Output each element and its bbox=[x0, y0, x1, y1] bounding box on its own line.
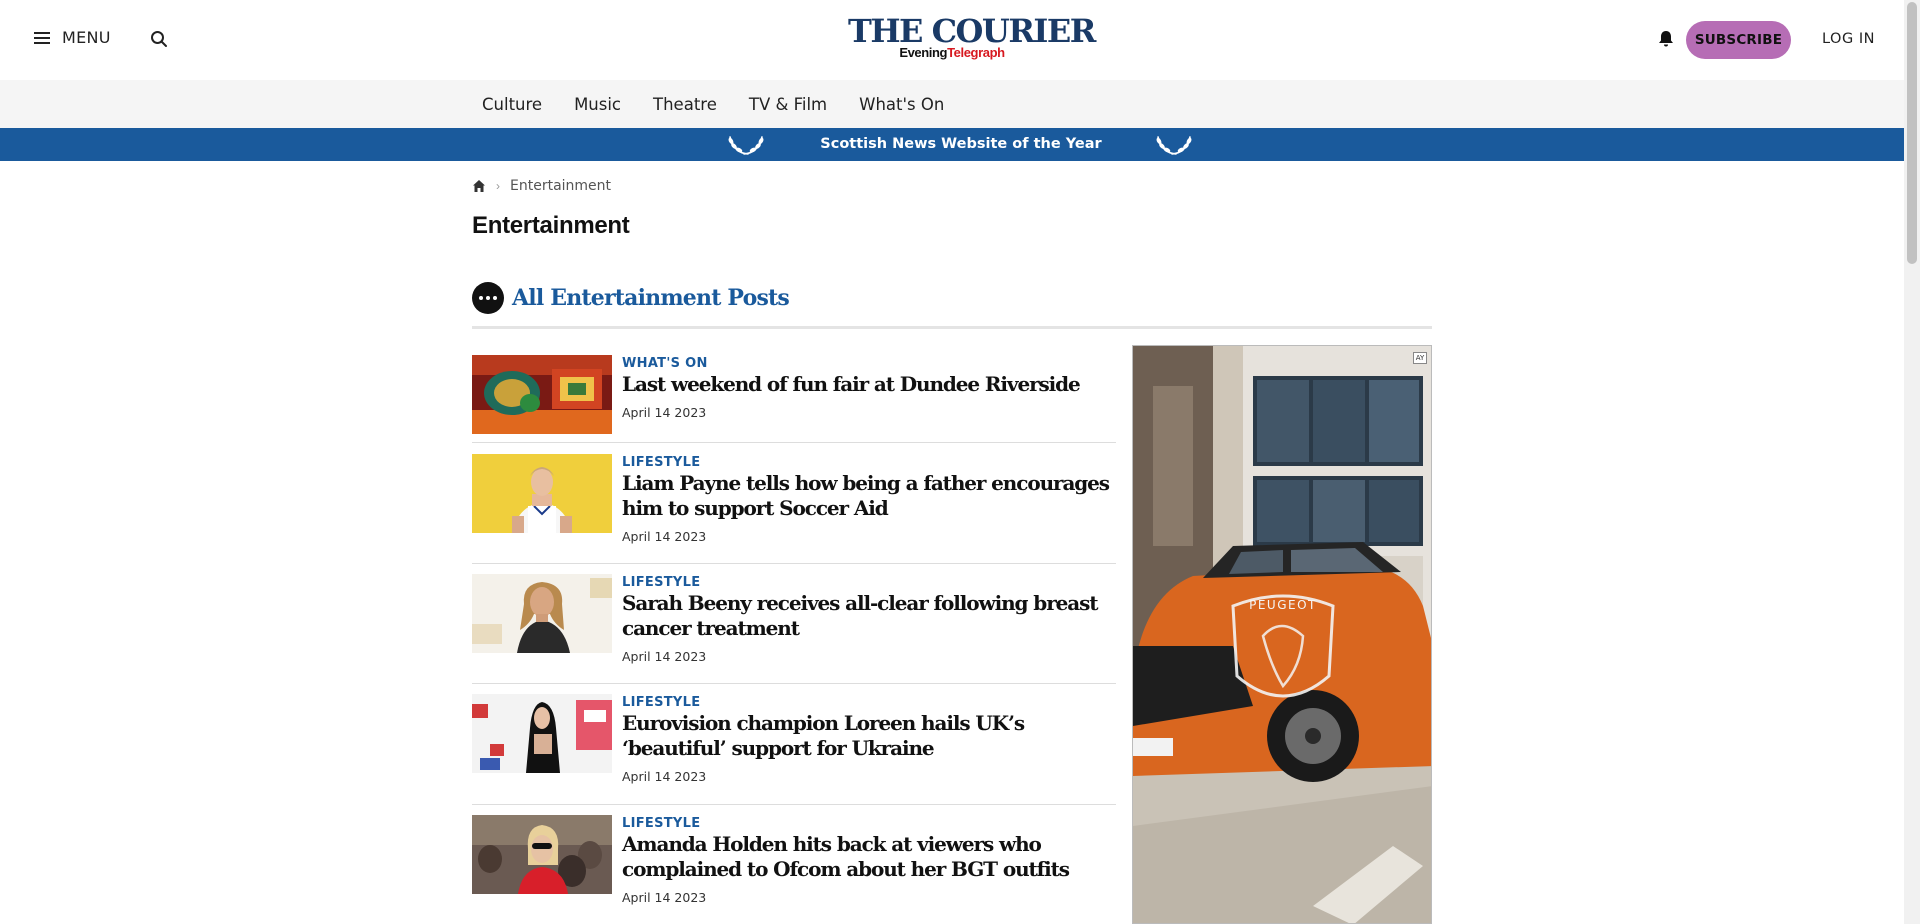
page-title: Entertainment bbox=[472, 212, 630, 239]
article-thumbnail[interactable] bbox=[472, 454, 612, 533]
article-headline[interactable]: Sarah Beeny receives all-clear following… bbox=[622, 591, 1116, 641]
logo-main: THE COURIER bbox=[848, 12, 1096, 50]
nav-item-whats-on[interactable]: What's On bbox=[843, 95, 960, 114]
nav-item-culture[interactable]: Culture bbox=[466, 95, 558, 114]
page-scrollbar[interactable] bbox=[1904, 0, 1920, 924]
article-category[interactable]: WHAT'S ON bbox=[622, 344, 1116, 373]
article-headline[interactable]: Amanda Holden hits back at viewers who c… bbox=[622, 832, 1116, 882]
section-title[interactable]: All Entertainment Posts bbox=[512, 285, 790, 311]
article-item[interactable]: LIFESTYLE Eurovision champion Loreen hai… bbox=[472, 684, 1116, 805]
article-date: April 14 2023 bbox=[622, 529, 707, 544]
article-thumbnail[interactable] bbox=[472, 355, 612, 434]
article-item[interactable]: WHAT'S ON Last weekend of fun fair at Du… bbox=[472, 344, 1116, 443]
article-thumbnail[interactable] bbox=[472, 694, 612, 773]
article-item[interactable]: LIFESTYLE Sarah Beeny receives all-clear… bbox=[472, 564, 1116, 684]
section-nav: Culture Music Theatre TV & Film What's O… bbox=[0, 80, 1904, 128]
site-logo[interactable]: THE COURIER EveningTelegraph bbox=[848, 12, 1096, 60]
ad-image bbox=[1133, 346, 1431, 923]
article-date: April 14 2023 bbox=[622, 405, 707, 420]
breadcrumb-current[interactable]: Entertainment bbox=[510, 178, 611, 194]
home-icon[interactable] bbox=[472, 179, 486, 193]
article-category[interactable]: LIFESTYLE bbox=[622, 805, 1116, 833]
award-banner-text: Scottish News Website of the Year bbox=[820, 136, 1102, 152]
article-date: April 14 2023 bbox=[622, 769, 707, 784]
article-thumbnail[interactable] bbox=[472, 815, 612, 894]
award-banner[interactable]: Scottish News Website of the Year bbox=[0, 128, 1904, 161]
section-header: All Entertainment Posts bbox=[472, 282, 790, 314]
article-date: April 14 2023 bbox=[622, 890, 707, 905]
scrollbar-thumb[interactable] bbox=[1907, 2, 1917, 264]
login-button[interactable]: LOG IN bbox=[1822, 31, 1875, 47]
subscribe-button[interactable]: SUBSCRIBE bbox=[1686, 21, 1791, 59]
logo-sub-telegraph: Telegraph bbox=[947, 45, 1005, 60]
site-header: MENU THE COURIER EveningTelegraph SUBSCR… bbox=[0, 0, 1904, 80]
bell-icon[interactable] bbox=[1658, 30, 1674, 48]
article-list: WHAT'S ON Last weekend of fun fair at Du… bbox=[472, 344, 1116, 924]
article-category[interactable]: LIFESTYLE bbox=[622, 564, 1116, 592]
nav-item-theatre[interactable]: Theatre bbox=[637, 95, 733, 114]
breadcrumb: › Entertainment bbox=[472, 178, 611, 194]
article-item[interactable]: LIFESTYLE Liam Payne tells how being a f… bbox=[472, 443, 1116, 564]
article-category[interactable]: LIFESTYLE bbox=[622, 684, 1116, 712]
article-headline[interactable]: Liam Payne tells how being a father enco… bbox=[622, 471, 1116, 521]
ad-brand: PEUGEOT bbox=[1249, 598, 1317, 612]
article-category[interactable]: LIFESTYLE bbox=[622, 443, 1116, 472]
menu-button[interactable]: MENU bbox=[34, 28, 111, 47]
article-headline[interactable]: Last weekend of fun fair at Dundee River… bbox=[622, 372, 1116, 397]
nav-item-music[interactable]: Music bbox=[558, 95, 637, 114]
advertisement[interactable]: PEUGEOT AY bbox=[1132, 345, 1432, 924]
nav-item-tv-film[interactable]: TV & Film bbox=[733, 95, 843, 114]
more-dots-icon bbox=[472, 282, 504, 314]
search-icon[interactable] bbox=[150, 30, 168, 48]
menu-label: MENU bbox=[62, 28, 111, 47]
hamburger-icon bbox=[34, 31, 50, 44]
article-item[interactable]: LIFESTYLE Amanda Holden hits back at vie… bbox=[472, 805, 1116, 924]
logo-sub-evening: Evening bbox=[899, 45, 948, 60]
chevron-right-icon: › bbox=[496, 179, 500, 193]
article-thumbnail[interactable] bbox=[472, 574, 612, 653]
laurel-right-icon bbox=[1156, 136, 1192, 155]
ad-choices-icon[interactable]: AY bbox=[1413, 352, 1427, 364]
article-headline[interactable]: Eurovision champion Loreen hails UK’s ‘b… bbox=[622, 711, 1116, 761]
article-date: April 14 2023 bbox=[622, 649, 707, 664]
section-divider bbox=[472, 326, 1432, 329]
